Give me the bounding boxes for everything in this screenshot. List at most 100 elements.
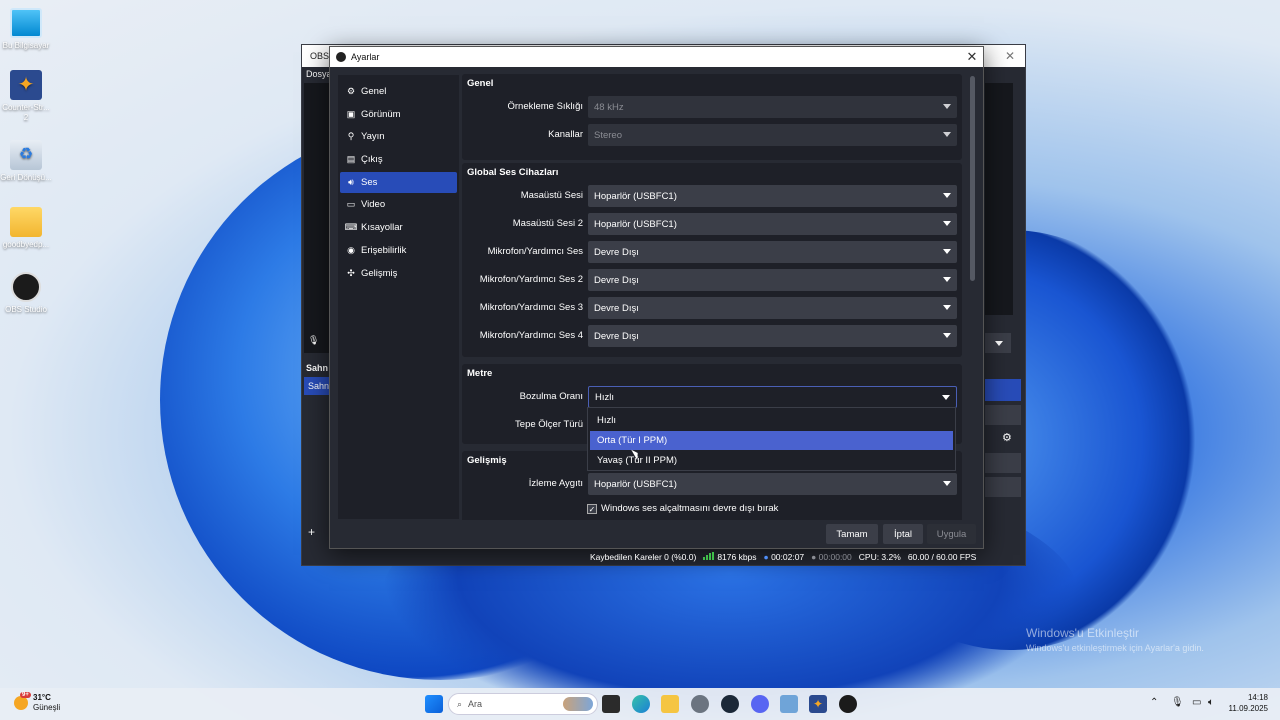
file-explorer-icon[interactable] (661, 695, 679, 713)
steam-icon[interactable] (721, 695, 739, 713)
scene-item[interactable]: Sahn (304, 377, 330, 395)
obs-close-button[interactable]: ✕ (995, 49, 1025, 63)
settings-icon[interactable] (691, 695, 709, 713)
taskbar-clock[interactable]: 14:18 11.09.2025 (1229, 692, 1268, 714)
output-icon: ▤ (346, 154, 356, 165)
edge-icon[interactable] (632, 695, 650, 713)
mic-audio-2-select[interactable]: Devre Dışı (588, 269, 957, 291)
add-scene-button[interactable]: + (308, 525, 315, 539)
network-icon[interactable]: ▭ (1192, 697, 1201, 708)
nav-item-erisebilirlik[interactable]: ◉ Erişebilirlik (340, 240, 457, 261)
search-highlight-icon (563, 697, 593, 711)
mic-audio-4-select[interactable]: Devre Dışı (588, 325, 957, 347)
obs-dropdown[interactable] (985, 333, 1011, 353)
counter-strike-icon: ✦ (10, 70, 42, 100)
rec-time: ● 00:02:07 (763, 552, 805, 562)
record-icon: ● (763, 552, 769, 562)
obs-statusbar: Kaybedilen Kareler 0 (%0.0) 8176 kbps ● … (590, 550, 1026, 564)
ducking-checkbox-label: Windows ses alçaltmasını devre dışı bıra… (601, 503, 779, 514)
recycle-bin-icon: ♻ (10, 140, 42, 170)
microphone-icon[interactable]: 🎙︎ (1171, 697, 1184, 708)
activation-watermark: Windows'u Etkinleştir Windows'u etkinleş… (1026, 626, 1204, 653)
mic-audio-3-label: Mikrofon/Yardımcı Ses 3 (479, 302, 583, 313)
obs-icon[interactable] (839, 695, 857, 713)
desktop-icon-folder[interactable]: goodbyedp... (0, 207, 52, 250)
group-global-audio: Global Ses Cihazları Masaüstü Sesi Hopar… (462, 163, 962, 357)
nav-item-yayin[interactable]: ⚲ Yayın (340, 126, 457, 147)
group-title-genel: Genel (467, 78, 494, 89)
row-mic-audio: Mikrofon/Yardımcı Ses Devre Dışı (462, 241, 962, 263)
chevron-down-icon (943, 481, 951, 486)
mic-audio-select[interactable]: Devre Dışı (588, 241, 957, 263)
settings-dialog: Ayarlar ✕ ⚙ Genel ▣ Görünüm ⚲ Yayın ▤ Çıkış … (329, 46, 984, 549)
taskbar-search[interactable]: ⌕ Ara (448, 693, 598, 715)
dropdown-option-medium[interactable]: Orta (Tür I PPM) (590, 431, 953, 450)
settings-scrollbar[interactable] (970, 76, 975, 281)
weather-widget[interactable]: 9+ 31°C Güneşli (14, 692, 60, 713)
nav-item-genel[interactable]: ⚙ Genel (340, 81, 457, 102)
nav-item-kisayollar[interactable]: ⌨ Kısayollar (340, 217, 457, 238)
monitor-icon: ▭ (346, 199, 356, 210)
obs-active-item[interactable] (985, 379, 1021, 401)
desktop-icon-recycle-bin[interactable]: ♻ Geri Dönüşü... (0, 140, 52, 183)
menu-file[interactable]: Dosya (306, 69, 332, 79)
desktop-icon-obs[interactable]: OBS Studio (0, 272, 52, 315)
nav-item-gorunum[interactable]: ▣ Görünüm (340, 104, 457, 125)
cpu-usage: CPU: 3.2% (858, 552, 901, 562)
desktop-icon-this-pc[interactable]: Bu Bilgisayar (0, 8, 52, 51)
mic-audio-3-select[interactable]: Devre Dışı (588, 297, 957, 319)
row-decay-rate: Bozulma Oranı Hızlı (462, 386, 962, 408)
chevron-down-icon (942, 395, 950, 400)
sun-icon: 9+ (14, 692, 31, 710)
row-desktop-audio-2: Masaüstü Sesi 2 Hoparlör (USBFC1) (462, 213, 962, 235)
dropdown-option-slow[interactable]: Yavaş (Tür II PPM) (590, 451, 953, 470)
stream-time: ● 00:00:00 (811, 552, 852, 562)
windows-start-icon[interactable] (425, 695, 443, 713)
volume-icon[interactable]: 🔈︎ (1208, 697, 1214, 708)
discord-icon[interactable] (751, 695, 769, 713)
chevron-down-icon (943, 104, 951, 109)
apply-button[interactable]: Uygula (927, 524, 976, 544)
obs-list-item[interactable] (985, 477, 1021, 497)
search-icon: ⌕ (457, 698, 463, 709)
nav-item-gelismis[interactable]: ✣ Gelişmiş (340, 263, 457, 284)
taskbar: 9+ 31°C Güneşli ⌕ Ara ✦ ⌃ 🎙︎ ▭ 🔈︎ 14:18 … (0, 688, 1280, 720)
chevron-up-icon[interactable]: ⌃ (1150, 697, 1158, 708)
gear-icon[interactable]: ⚙ (1002, 431, 1012, 444)
peak-meter-label: Tepe Ölçer Türü (515, 419, 583, 430)
clock-time: 14:18 (1247, 693, 1268, 702)
channels-label: Kanallar (548, 129, 583, 140)
nav-item-video[interactable]: ▭ Video (340, 194, 457, 215)
checkbox-checked-icon[interactable]: ✓ (587, 503, 597, 514)
desktop-audio-2-select[interactable]: Hoparlör (USBFC1) (588, 213, 957, 235)
accessibility-icon: ◉ (347, 244, 355, 255)
ok-button[interactable]: Tamam (826, 524, 878, 544)
monitoring-device-select[interactable]: Hoparlör (USBFC1) (588, 473, 957, 495)
nav-item-ses[interactable]: 🔊︎ Ses (340, 171, 457, 193)
settings-titlebar: Ayarlar ✕ (330, 47, 983, 67)
settings-title: Ayarlar (351, 52, 380, 62)
obs-list-item[interactable] (985, 405, 1021, 425)
decay-rate-select[interactable]: Hızlı (588, 386, 957, 408)
task-view-icon[interactable] (602, 695, 620, 713)
close-icon[interactable]: ✕ (961, 49, 983, 65)
mic-icon[interactable]: 🎙 (308, 335, 319, 346)
chevron-down-icon (943, 193, 951, 198)
folder-icon (10, 207, 42, 237)
desktop-icon-counter-strike[interactable]: ✦ Counter-Str... 2 (0, 70, 52, 123)
chevron-down-icon (943, 277, 951, 282)
decay-rate-label: Bozulma Oranı (519, 391, 583, 402)
nav-item-cikis[interactable]: ▤ Çıkış (340, 149, 457, 170)
row-sample-rate: Örnekleme Sıklığı 48 kHz (462, 96, 962, 118)
obs-list-item[interactable] (985, 453, 1021, 473)
group-title-advanced: Gelişmiş (467, 455, 507, 466)
cancel-button[interactable]: İptal (883, 524, 923, 544)
sample-rate-select: 48 kHz (588, 96, 957, 118)
dropdown-option-fast[interactable]: Hızlı (590, 411, 953, 430)
obs-icon (11, 272, 41, 302)
app-icon[interactable] (780, 695, 798, 713)
ducking-checkbox-row[interactable]: ✓ Windows ses alçaltmasını devre dışı bı… (587, 503, 778, 514)
counter-strike-icon[interactable]: ✦ (809, 695, 827, 713)
desktop-audio-select[interactable]: Hoparlör (USBFC1) (588, 185, 957, 207)
chevron-down-icon (943, 249, 951, 254)
